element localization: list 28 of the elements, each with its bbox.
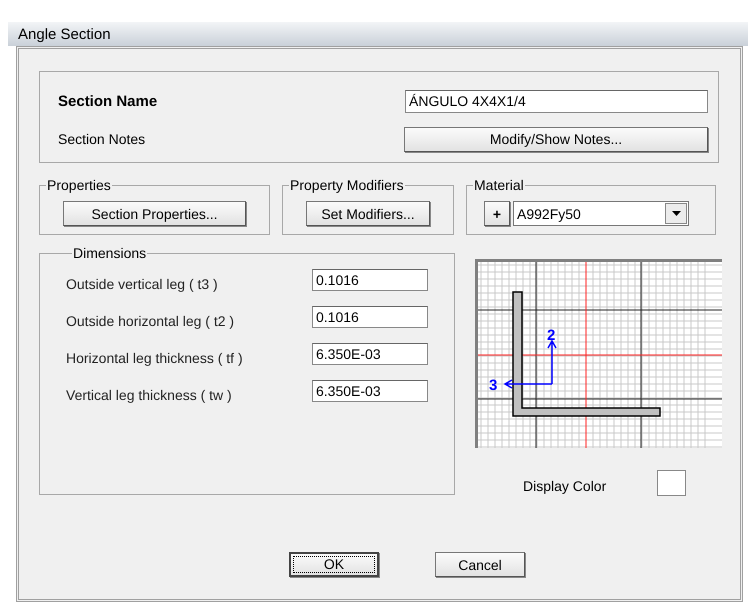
display-color-label: Display Color <box>523 478 606 494</box>
dimension-field[interactable]: 0.1016 <box>312 268 428 290</box>
window-title: Angle Section <box>18 26 111 42</box>
color-swatch[interactable] <box>657 470 686 496</box>
group-title: Property Modifiers <box>289 177 405 193</box>
cancel-button[interactable]: Cancel <box>435 552 525 577</box>
section-properties-button[interactable]: Section Properties... <box>63 201 246 226</box>
section-notes-label: Section Notes <box>58 131 146 147</box>
modify-notes-button[interactable]: Modify/Show Notes... <box>404 126 708 152</box>
section-name-label: Section Name <box>58 92 158 110</box>
dropdown-arrow-icon <box>672 211 680 216</box>
dimension-field[interactable]: 6.350E-03 <box>312 342 428 364</box>
section-name-field[interactable]: ÁNGULO 4X4X1/4 <box>405 90 708 112</box>
material-dropdown[interactable]: A992Fy50 <box>513 201 689 226</box>
axis-label: 2 <box>547 327 556 344</box>
group-title: Dimensions <box>72 245 148 261</box>
dimension-label: Horizontal leg thickness ( tf ) <box>66 350 244 366</box>
dimension-label: Vertical leg thickness ( tw ) <box>66 386 233 402</box>
group-title: Properties <box>46 177 112 193</box>
ok-button[interactable]: OK <box>289 552 379 577</box>
dimension-label: Outside horizontal leg ( t2 ) <box>66 312 236 328</box>
axis-label: 3 <box>489 377 498 394</box>
dimension-label: Outside vertical leg ( t3 ) <box>66 276 219 292</box>
set-modifiers-button[interactable]: Set Modifiers... <box>306 201 430 226</box>
group-title: Material <box>473 177 525 193</box>
dimension-field[interactable]: 6.350E-03 <box>312 380 428 402</box>
add-material-button[interactable]: + <box>484 201 510 226</box>
dimension-field[interactable]: 0.1016 <box>312 306 428 328</box>
